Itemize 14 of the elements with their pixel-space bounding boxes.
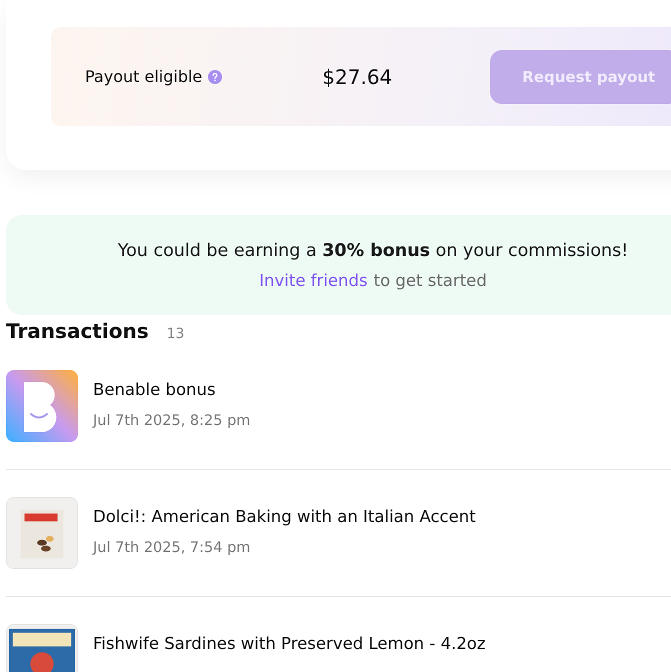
app-logo-icon	[6, 370, 78, 442]
transactions-heading: Transactions	[6, 319, 149, 343]
payout-label: Payout eligible	[85, 67, 202, 86]
transaction-title: Benable bonus	[93, 380, 217, 399]
help-icon[interactable]	[208, 70, 222, 84]
transaction-title: Fishwife Sardines with Preserved Lemon - 4.2oz	[93, 634, 486, 653]
invite-friends-link[interactable]: Invite friends	[259, 270, 368, 290]
transaction-date: Jul 7th 2025, 7:54 pm	[93, 540, 252, 556]
bonus-message: You could be earning a 30% bonus on your commissions!	[118, 240, 628, 260]
transaction-title: Dolci!: American Baking with an Italian Accent	[93, 507, 476, 526]
transaction-date: Jul 7th 2025, 8:25 pm	[93, 413, 250, 429]
invite-hint: to get started	[374, 270, 487, 290]
payout-amount: $27.64	[322, 64, 392, 88]
transactions-count: 13	[166, 326, 184, 342]
